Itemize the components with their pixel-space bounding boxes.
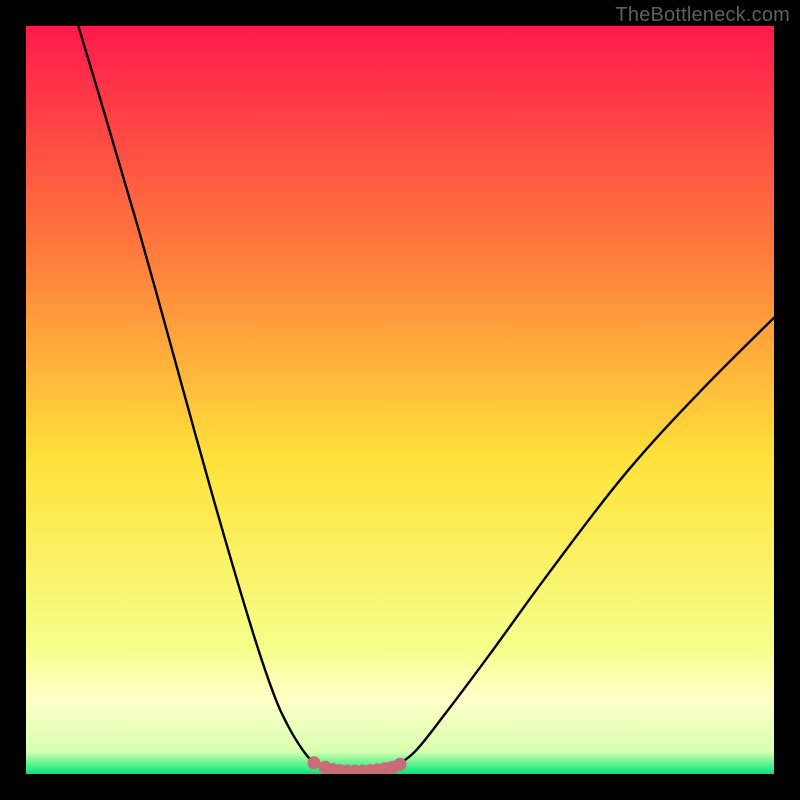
chart-frame: TheBottleneck.com <box>0 0 800 800</box>
bottleneck-chart <box>26 26 774 774</box>
trough-dot <box>394 758 407 771</box>
watermark-text: TheBottleneck.com <box>615 4 790 27</box>
gradient-background <box>26 26 774 774</box>
trough-dot <box>307 756 320 769</box>
